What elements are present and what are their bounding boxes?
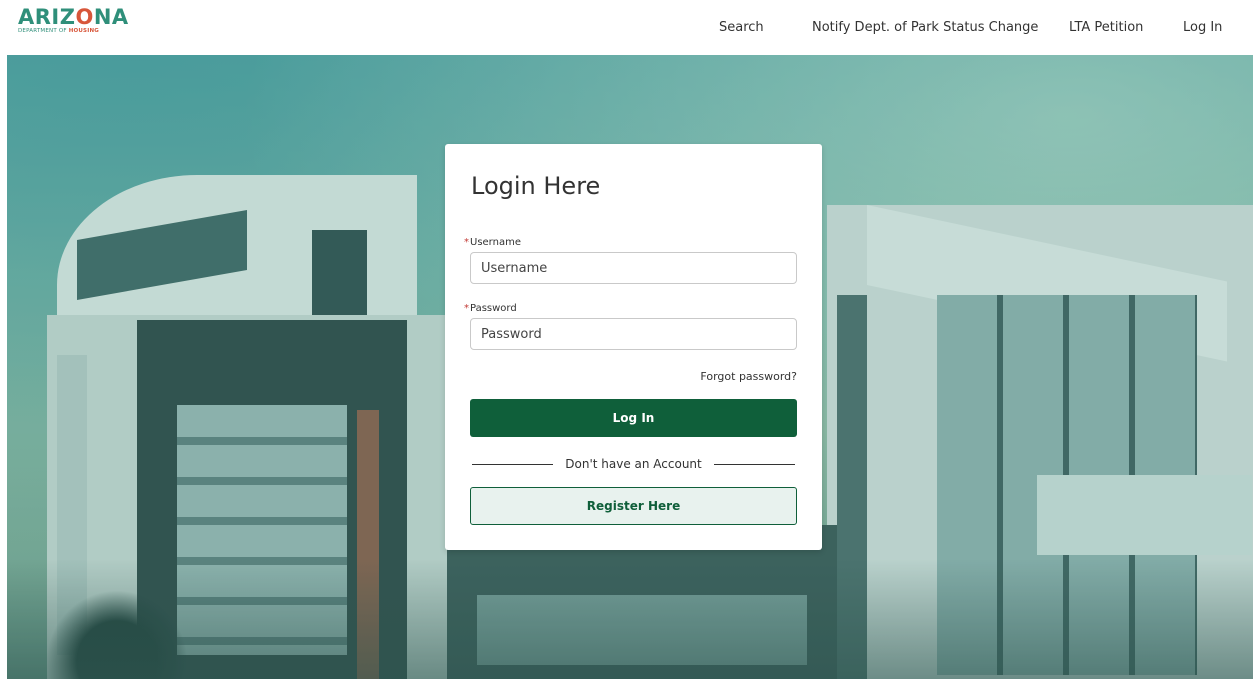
required-marker: * <box>464 237 469 248</box>
username-label: *Username <box>464 237 521 248</box>
logo-subtitle: DEPARTMENT OF HOUSING <box>18 28 99 34</box>
login-card: Login Here *Username *Password Forgot pa… <box>445 144 822 550</box>
arizona-housing-logo[interactable]: ARIZONA DEPARTMENT OF HOUSING <box>18 7 129 35</box>
nav-lta-petition-link[interactable]: LTA Petition <box>1069 20 1159 35</box>
log-in-button[interactable]: Log In <box>470 399 797 437</box>
divider-text: Don't have an Account <box>565 457 702 471</box>
password-input[interactable] <box>470 318 797 350</box>
login-title: Login Here <box>471 172 601 200</box>
account-divider: Don't have an Account <box>472 456 795 472</box>
divider-line <box>713 463 795 465</box>
nav-log-in-link[interactable]: Log In <box>1183 20 1233 35</box>
nav-search-link[interactable]: Search <box>719 20 779 35</box>
divider-line <box>472 463 554 465</box>
nav-notify-park-status-link[interactable]: Notify Dept. of Park Status Change <box>812 20 1042 35</box>
logo-wordmark: ARIZONA <box>18 5 129 29</box>
username-input[interactable] <box>470 252 797 284</box>
password-label: *Password <box>464 303 517 314</box>
register-button[interactable]: Register Here <box>470 487 797 525</box>
required-marker: * <box>464 303 469 314</box>
site-header: ARIZONA DEPARTMENT OF HOUSING Search Not… <box>0 0 1253 55</box>
forgot-password-link[interactable]: Forgot password? <box>700 370 797 383</box>
